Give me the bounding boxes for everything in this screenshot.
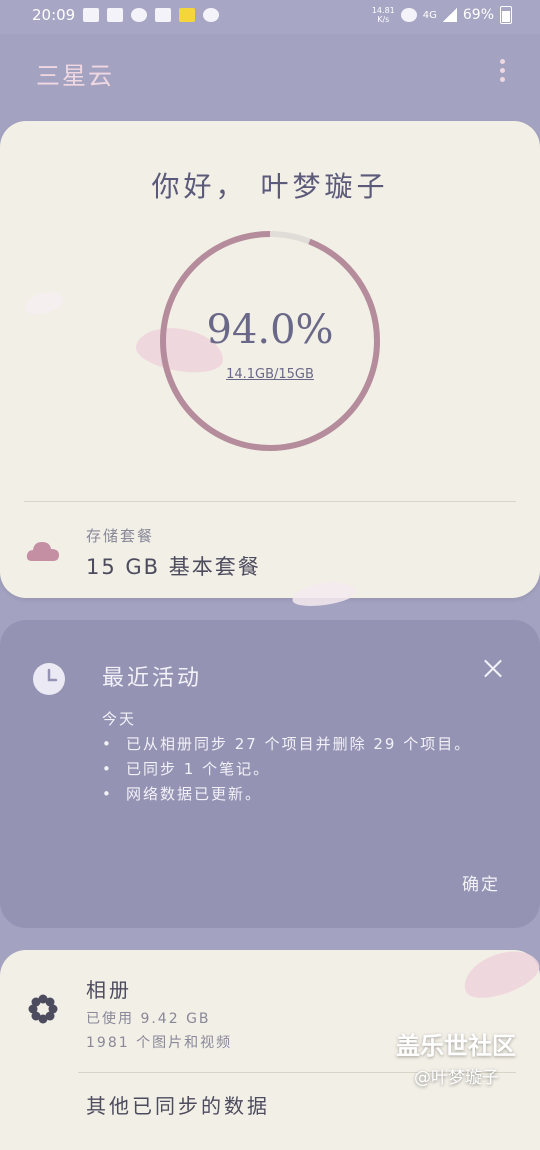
storage-card[interactable]: 你好， 叶梦璇子 94.0% 14.1GB/15GB 存储套餐 15 GB 基本… [0, 121, 540, 610]
cloud-icon [26, 542, 59, 561]
album-count: 1981 个图片和视频 [86, 1035, 233, 1051]
greeting-text: 你好， 叶梦璇子 [151, 170, 389, 203]
message-icon [83, 8, 100, 22]
divider [24, 501, 516, 502]
plan-label: 存储套餐 [86, 527, 155, 545]
network-type: 4G [422, 9, 437, 21]
petal-decoration [22, 288, 66, 318]
status-bar: 20:09 14.81 K/s 4G 69% [0, 0, 540, 34]
app-bar: 三星云 [0, 34, 540, 106]
clock-icon [33, 663, 65, 695]
album-title: 相册 [86, 978, 132, 1002]
watermark-main: 盖乐世社区 [396, 1032, 516, 1060]
confirm-button[interactable]: 确定 [462, 870, 500, 895]
status-time: 20:09 [32, 6, 76, 24]
app-title: 三星云 [36, 62, 114, 90]
petal-decoration [290, 578, 358, 610]
qq-icon [203, 8, 220, 22]
petal-decoration [457, 941, 540, 1007]
checkbox-icon [107, 8, 124, 22]
close-icon[interactable] [478, 654, 508, 684]
activity-item: 已从相册同步 27 个项目并删除 29 个项目。 [102, 732, 514, 757]
storage-used-link[interactable]: 14.1GB/15GB [158, 367, 382, 382]
watermark: 盖乐世社区 @叶梦璇子 [396, 1026, 536, 1088]
flower-icon [28, 994, 58, 1024]
activity-list: 已从相册同步 27 个项目并删除 29 个项目。 已同步 1 个笔记。 网络数据… [102, 732, 514, 807]
battery-icon [500, 6, 512, 24]
activity-title: 最近活动 [102, 666, 203, 691]
gallery-icon [155, 8, 172, 22]
person-icon [131, 8, 148, 22]
activity-day: 今天 [102, 710, 137, 728]
net-speed: 14.81 K/s [371, 6, 395, 24]
plan-value: 15 GB 基本套餐 [86, 555, 261, 579]
alarm-icon [400, 8, 417, 22]
storage-percent: 94.0% [206, 307, 334, 353]
signal-icon [442, 8, 457, 22]
album-used: 已使用 9.42 GB [86, 1011, 211, 1027]
activity-item: 网络数据已更新。 [102, 782, 514, 807]
watermark-sub: @叶梦璇子 [414, 1068, 499, 1088]
star-app-icon [179, 8, 196, 22]
more-options-icon[interactable] [494, 56, 510, 86]
activity-item: 已同步 1 个笔记。 [102, 757, 514, 782]
recent-activity-card: 最近活动 今天 已从相册同步 27 个项目并删除 29 个项目。 已同步 1 个… [0, 620, 540, 928]
battery-percent: 69% [462, 7, 494, 23]
other-data-title[interactable]: 其他已同步的数据 [86, 1090, 270, 1119]
